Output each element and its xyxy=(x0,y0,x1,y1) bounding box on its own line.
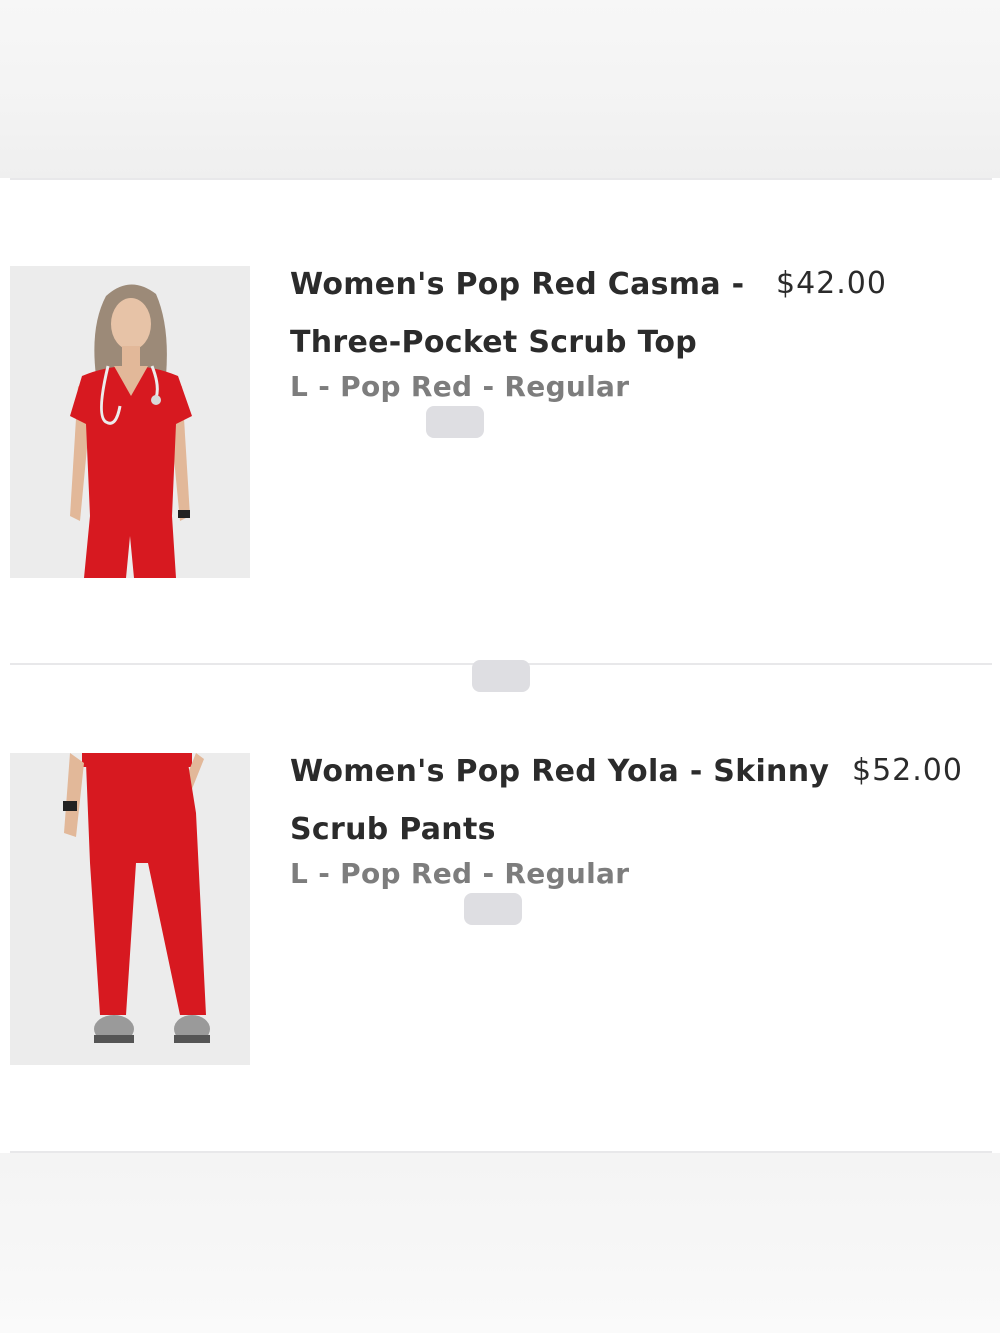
divider xyxy=(10,178,992,180)
product-title-line1[interactable]: Women's Pop Red Yola - Skinny xyxy=(290,743,829,801)
bottom-fade-overlay xyxy=(0,1153,1000,1333)
loading-placeholder xyxy=(464,893,522,925)
scrub-pants-photo-icon xyxy=(10,753,250,1065)
product-price: $52.00 xyxy=(852,753,963,788)
product-price: $42.00 xyxy=(776,266,887,301)
product-image-scrub-pants[interactable] xyxy=(10,753,250,1065)
product-image-scrub-top[interactable] xyxy=(10,266,250,578)
product-title-line1[interactable]: Women's Pop Red Casma - xyxy=(290,256,744,314)
cart-page: Women's Pop Red Casma - Three-Pocket Scr… xyxy=(0,0,1000,1333)
product-variant: L - Pop Red - Regular xyxy=(290,370,630,403)
product-title-line2[interactable]: Scrub Pants xyxy=(290,801,496,859)
loading-placeholder xyxy=(426,406,484,438)
loading-placeholder xyxy=(472,660,530,692)
scrub-top-photo-icon xyxy=(10,266,250,578)
product-title-line2[interactable]: Three-Pocket Scrub Top xyxy=(290,314,697,372)
product-variant: L - Pop Red - Regular xyxy=(290,857,630,890)
top-fade-overlay xyxy=(0,0,1000,178)
